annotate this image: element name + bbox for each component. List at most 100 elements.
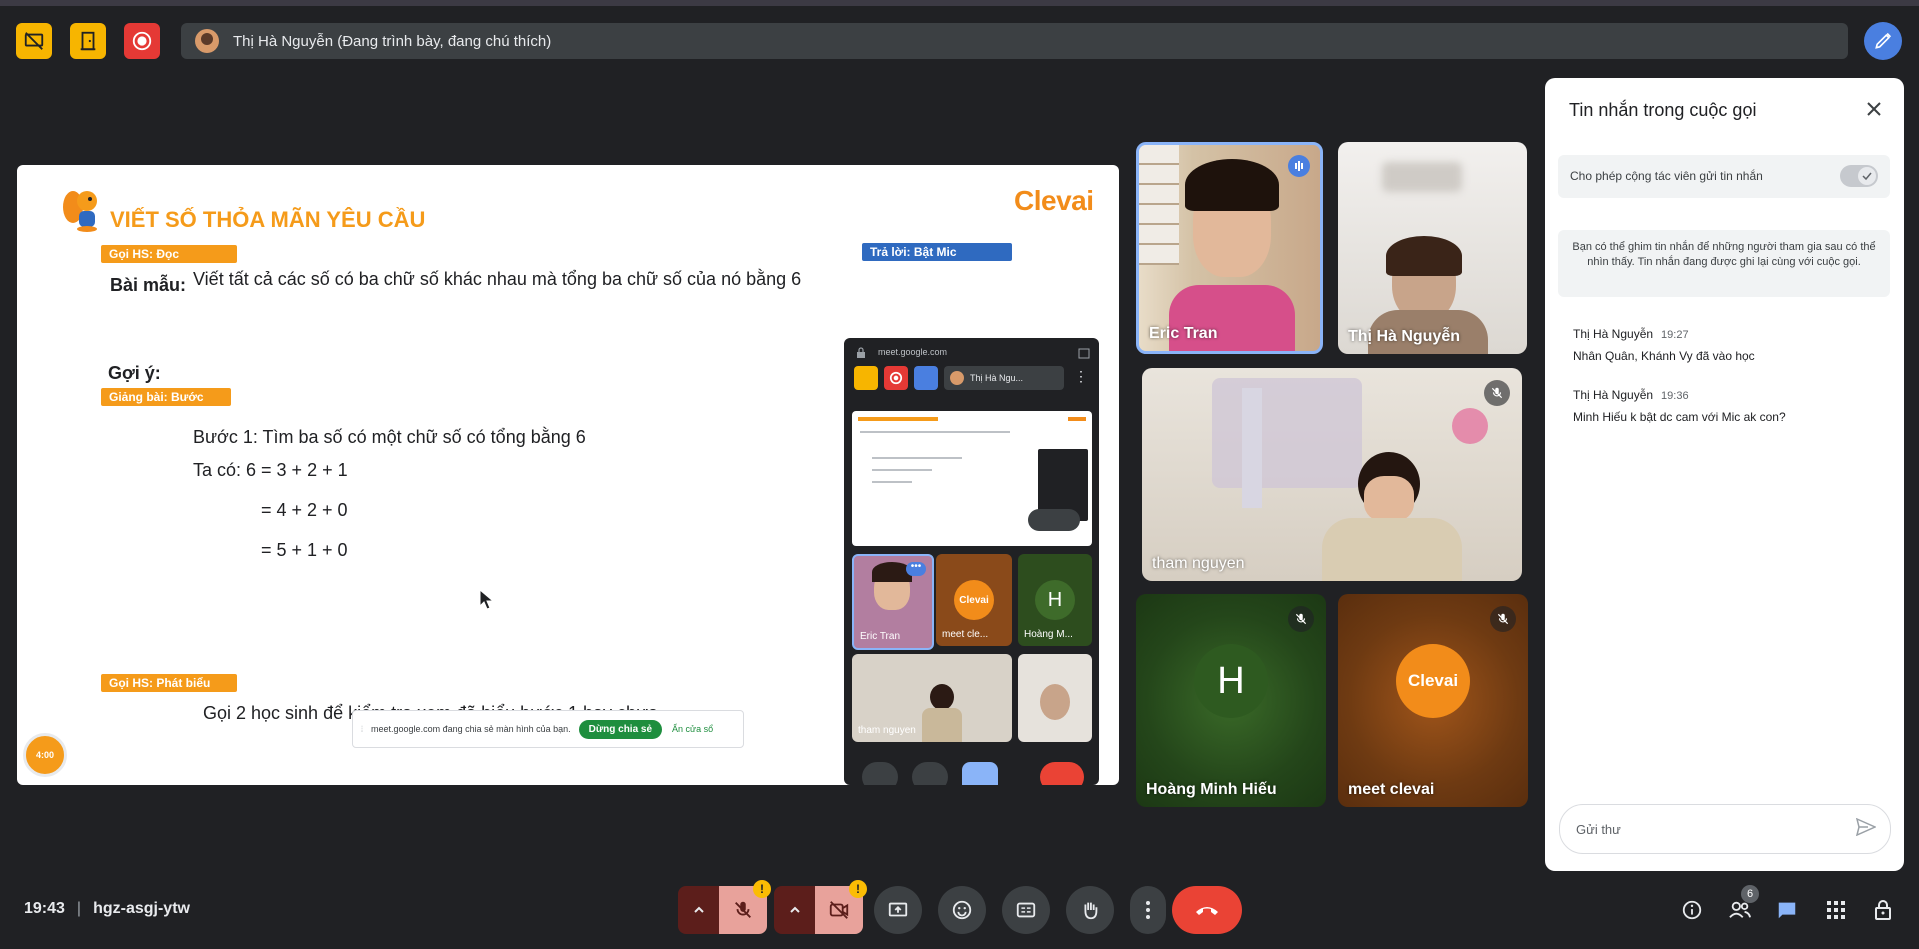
mic-off-indicator — [1288, 606, 1314, 632]
camera-toggle-button[interactable]: ! — [815, 880, 867, 934]
mic-off-icon — [1491, 387, 1503, 399]
pip-more-icon[interactable]: ⋮ — [1074, 368, 1088, 385]
close-icon[interactable] — [1865, 100, 1883, 123]
present-off-icon — [24, 32, 44, 50]
mic-toggle-button[interactable]: ! — [719, 880, 771, 934]
bai-mau-label: Bài mẫu: — [110, 275, 187, 295]
audio-options-button[interactable] — [678, 886, 719, 934]
message-sender: Thị Hà Nguyễn — [1573, 327, 1654, 341]
pip-record-button[interactable] — [884, 366, 908, 390]
captions-button[interactable] — [1002, 886, 1050, 934]
speaking-indicator-icon — [1288, 155, 1310, 177]
people-icon[interactable]: 6 — [1725, 885, 1759, 925]
annotate-button[interactable] — [1864, 22, 1902, 60]
video-options-button[interactable] — [774, 886, 815, 934]
pip-presenter-chip: Thị Hà Ngu... — [944, 366, 1064, 390]
hide-window-link[interactable]: Ẩn cửa sổ — [672, 724, 713, 734]
pip-cam-button[interactable] — [912, 762, 948, 785]
activities-icon[interactable] — [1821, 895, 1851, 925]
pip-mic-button[interactable] — [862, 762, 898, 785]
participant-name: tham nguyen — [1152, 555, 1245, 572]
message-input[interactable]: Gửi thư — [1576, 822, 1856, 837]
warning-icon: ! — [753, 880, 771, 898]
pip-tile-self — [1018, 654, 1092, 742]
pip-end-call-button[interactable] — [1040, 762, 1084, 785]
allow-messages-toggle[interactable] — [1840, 165, 1878, 187]
raise-hand-button[interactable] — [1066, 886, 1114, 934]
pip-clevai-avatar: Clevai — [954, 580, 994, 620]
meeting-info: 19:43 | hgz-asgj-ytw — [24, 900, 190, 918]
chat-icon[interactable] — [1772, 895, 1802, 925]
end-call-button[interactable] — [1172, 886, 1242, 934]
message-time: 19:27 — [1661, 329, 1689, 341]
message-sender: Thị Hà Nguyễn — [1573, 388, 1654, 402]
pip-window: meet.google.com Thị Hà Ngu... ⋮ ••• Eric… — [844, 338, 1099, 785]
door-icon — [80, 31, 96, 51]
tag-goi-doc: Gọi HS: Đọc — [101, 245, 237, 263]
step1-text: Bước 1: Tìm ba số có một chữ số có tổng … — [193, 427, 586, 447]
bai-mau-text: Viết tất cả các số có ba chữ số khác nha… — [193, 269, 802, 289]
companion-door-button[interactable] — [70, 23, 106, 59]
present-now-control — [874, 886, 922, 934]
mouse-cursor-icon — [479, 588, 495, 616]
emoji-icon — [952, 900, 972, 920]
equation-line-3: = 5 + 1 + 0 — [261, 540, 348, 560]
hand-icon — [1084, 902, 1098, 920]
clevai-logo: Clevai — [1014, 185, 1094, 216]
raise-hand-control — [1066, 886, 1114, 934]
pip-door-button[interactable] — [854, 366, 878, 390]
participant-tile-hoang[interactable]: H Hoàng Minh Hiếu — [1136, 594, 1326, 807]
chat-panel: Tin nhắn trong cuộc gọi Cho phép cộng tá… — [1545, 78, 1904, 871]
pip-present-button[interactable] — [962, 762, 998, 785]
window-top-strip — [0, 0, 1919, 6]
chat-message: Thị Hà Nguyễn 19:36 Minh Hiếu k bật dc ca… — [1573, 388, 1883, 424]
pip-presenter-avatar — [950, 371, 964, 385]
share-notice-text: meet.google.com đang chia sẻ màn hình củ… — [371, 724, 571, 734]
lock-icon — [856, 346, 866, 364]
participant-name: Hoàng Minh Hiếu — [1146, 781, 1277, 798]
pip-url: meet.google.com — [878, 347, 948, 357]
participant-tile-eric[interactable]: Eric Tran — [1136, 142, 1323, 354]
meeting-code: hgz-asgj-ytw — [93, 900, 190, 917]
message-time: 19:36 — [1661, 390, 1689, 402]
timer-badge: 4:00 — [23, 733, 67, 777]
goi-y-label: Gợi ý: — [108, 363, 161, 383]
message-input-box[interactable]: Gửi thư — [1559, 804, 1891, 854]
host-controls-icon[interactable] — [1868, 895, 1898, 925]
participant-tile-meet-clevai[interactable]: Clevai meet clevai — [1338, 594, 1528, 807]
participant-tile-thi-ha[interactable]: Thị Hà Nguyễn — [1338, 142, 1527, 354]
people-count-badge: 6 — [1741, 885, 1759, 903]
hang-up-icon — [1196, 907, 1218, 915]
mic-control: ! — [678, 880, 771, 934]
stop-sharing-button[interactable]: Dừng chia sẻ — [578, 719, 663, 739]
send-icon[interactable] — [1855, 817, 1877, 841]
more-options-button[interactable] — [1130, 886, 1166, 934]
pip-more-dots-icon[interactable]: ••• — [906, 562, 926, 576]
drag-handle-icon[interactable]: ⦙ — [361, 724, 363, 735]
pin-info-box: Bạn có thể ghim tin nhắn để những người … — [1558, 230, 1890, 297]
presenter-avatar — [195, 29, 219, 53]
pip-tile-name: Eric Tran — [860, 631, 901, 642]
stop-presenting-button[interactable] — [16, 23, 52, 59]
pip-tile-name: Hoàng M... — [1024, 629, 1073, 640]
pip-tile-name: tham nguyen — [858, 725, 916, 736]
warning-icon: ! — [849, 880, 867, 898]
recording-button[interactable] — [124, 23, 160, 59]
pip-presenter-name: Thị Hà Ngu... — [970, 373, 1024, 383]
tag-tra-loi: Trả lời: Bật Mic — [862, 243, 1012, 261]
participant-avatar-letter: H — [1194, 644, 1268, 718]
meeting-details-icon[interactable] — [1677, 895, 1707, 925]
pip-screen-thumbnail — [852, 411, 1092, 546]
squirrel-mascot-icon — [57, 185, 105, 238]
separator: | — [76, 900, 82, 917]
present-screen-icon — [888, 902, 908, 917]
pip-return-icon[interactable] — [1078, 346, 1090, 364]
reactions-button[interactable] — [938, 886, 986, 934]
camera-off-icon — [829, 901, 849, 919]
participant-tile-tham[interactable]: tham nguyen — [1142, 368, 1522, 581]
mic-off-indicator — [1484, 380, 1510, 406]
pip-tile-tham: tham nguyen — [852, 654, 1012, 742]
allow-messages-row: Cho phép cộng tác viên gửi tin nhắn — [1558, 155, 1890, 198]
pip-pen-button[interactable] — [914, 366, 938, 390]
present-now-button[interactable] — [874, 886, 922, 934]
